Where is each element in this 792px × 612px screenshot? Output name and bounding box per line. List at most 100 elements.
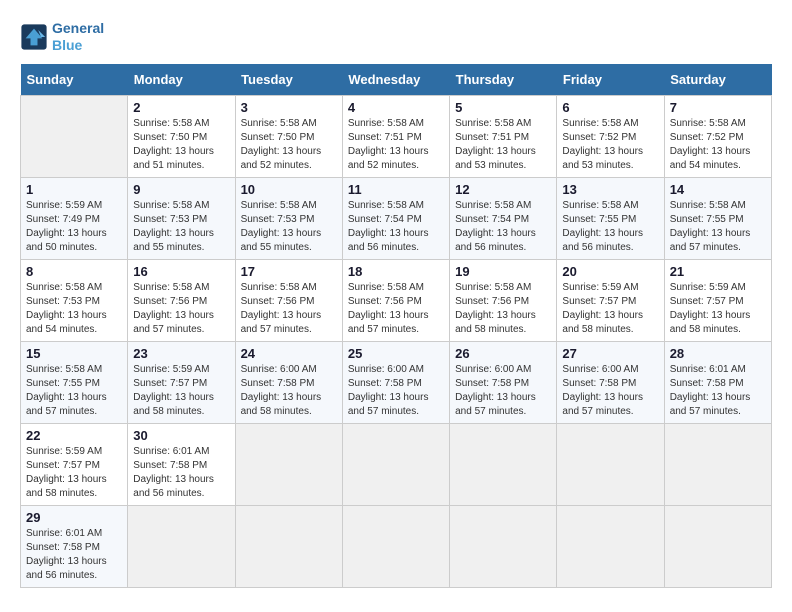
empty-cell xyxy=(450,423,557,505)
day-number: 19 xyxy=(455,264,551,279)
day-cell-30: 30 Sunrise: 6:01 AMSunset: 7:58 PMDaylig… xyxy=(128,423,235,505)
calendar-row-2: 8 Sunrise: 5:58 AMSunset: 7:53 PMDayligh… xyxy=(21,259,772,341)
header-thursday: Thursday xyxy=(450,64,557,96)
day-number: 12 xyxy=(455,182,551,197)
day-cell-29: 29 Sunrise: 6:01 AMSunset: 7:58 PMDaylig… xyxy=(21,505,128,587)
day-cell-24: 24 Sunrise: 6:00 AMSunset: 7:58 PMDaylig… xyxy=(235,341,342,423)
day-cell-21: 21 Sunrise: 5:59 AMSunset: 7:57 PMDaylig… xyxy=(664,259,771,341)
logo-text: General Blue xyxy=(52,20,104,54)
day-info: Sunrise: 6:00 AMSunset: 7:58 PMDaylight:… xyxy=(455,363,551,419)
day-info: Sunrise: 5:58 AMSunset: 7:55 PMDaylight:… xyxy=(26,363,122,419)
day-cell-25: 25 Sunrise: 6:00 AMSunset: 7:58 PMDaylig… xyxy=(342,341,449,423)
day-cell-20: 20 Sunrise: 5:59 AMSunset: 7:57 PMDaylig… xyxy=(557,259,664,341)
day-number: 23 xyxy=(133,346,229,361)
day-number: 21 xyxy=(670,264,766,279)
day-info: Sunrise: 5:59 AMSunset: 7:57 PMDaylight:… xyxy=(670,281,766,337)
day-cell-3: 3 Sunrise: 5:58 AMSunset: 7:50 PMDayligh… xyxy=(235,95,342,177)
day-number: 8 xyxy=(26,264,122,279)
day-cell-22: 22 Sunrise: 5:59 AMSunset: 7:57 PMDaylig… xyxy=(21,423,128,505)
calendar-table: SundayMondayTuesdayWednesdayThursdayFrid… xyxy=(20,64,772,588)
day-info: Sunrise: 5:59 AMSunset: 7:57 PMDaylight:… xyxy=(562,281,658,337)
empty-cell xyxy=(342,423,449,505)
header-monday: Monday xyxy=(128,64,235,96)
day-number: 11 xyxy=(348,182,444,197)
day-cell-13: 13 Sunrise: 5:58 AMSunset: 7:55 PMDaylig… xyxy=(557,177,664,259)
calendar-row-1: 1 Sunrise: 5:59 AMSunset: 7:49 PMDayligh… xyxy=(21,177,772,259)
day-number: 1 xyxy=(26,182,122,197)
day-info: Sunrise: 5:58 AMSunset: 7:56 PMDaylight:… xyxy=(348,281,444,337)
day-info: Sunrise: 5:59 AMSunset: 7:49 PMDaylight:… xyxy=(26,199,122,255)
day-info: Sunrise: 5:59 AMSunset: 7:57 PMDaylight:… xyxy=(26,445,122,501)
empty-cell xyxy=(664,505,771,587)
calendar-row-5: 29 Sunrise: 6:01 AMSunset: 7:58 PMDaylig… xyxy=(21,505,772,587)
day-cell-4: 4 Sunrise: 5:58 AMSunset: 7:51 PMDayligh… xyxy=(342,95,449,177)
day-number: 14 xyxy=(670,182,766,197)
day-cell-23: 23 Sunrise: 5:59 AMSunset: 7:57 PMDaylig… xyxy=(128,341,235,423)
day-number: 26 xyxy=(455,346,551,361)
day-info: Sunrise: 6:00 AMSunset: 7:58 PMDaylight:… xyxy=(241,363,337,419)
day-number: 10 xyxy=(241,182,337,197)
header-sunday: Sunday xyxy=(21,64,128,96)
day-number: 25 xyxy=(348,346,444,361)
header-saturday: Saturday xyxy=(664,64,771,96)
day-info: Sunrise: 5:58 AMSunset: 7:56 PMDaylight:… xyxy=(133,281,229,337)
calendar-row-3: 15 Sunrise: 5:58 AMSunset: 7:55 PMDaylig… xyxy=(21,341,772,423)
day-number: 27 xyxy=(562,346,658,361)
day-cell-10: 10 Sunrise: 5:58 AMSunset: 7:53 PMDaylig… xyxy=(235,177,342,259)
header-wednesday: Wednesday xyxy=(342,64,449,96)
day-info: Sunrise: 5:59 AMSunset: 7:57 PMDaylight:… xyxy=(133,363,229,419)
day-cell-9: 9 Sunrise: 5:58 AMSunset: 7:53 PMDayligh… xyxy=(128,177,235,259)
logo-icon xyxy=(20,23,48,51)
empty-cell xyxy=(128,505,235,587)
day-number: 4 xyxy=(348,100,444,115)
day-info: Sunrise: 6:01 AMSunset: 7:58 PMDaylight:… xyxy=(670,363,766,419)
day-cell-11: 11 Sunrise: 5:58 AMSunset: 7:54 PMDaylig… xyxy=(342,177,449,259)
empty-cell xyxy=(557,505,664,587)
header-friday: Friday xyxy=(557,64,664,96)
logo: General Blue xyxy=(20,20,104,54)
day-info: Sunrise: 6:01 AMSunset: 7:58 PMDaylight:… xyxy=(26,527,122,583)
day-cell-16: 16 Sunrise: 5:58 AMSunset: 7:56 PMDaylig… xyxy=(128,259,235,341)
day-number: 15 xyxy=(26,346,122,361)
day-info: Sunrise: 6:00 AMSunset: 7:58 PMDaylight:… xyxy=(562,363,658,419)
day-cell-12: 12 Sunrise: 5:58 AMSunset: 7:54 PMDaylig… xyxy=(450,177,557,259)
day-info: Sunrise: 5:58 AMSunset: 7:55 PMDaylight:… xyxy=(670,199,766,255)
empty-cell xyxy=(664,423,771,505)
empty-cell xyxy=(235,423,342,505)
day-info: Sunrise: 5:58 AMSunset: 7:52 PMDaylight:… xyxy=(562,117,658,173)
day-number: 6 xyxy=(562,100,658,115)
day-number: 16 xyxy=(133,264,229,279)
day-info: Sunrise: 5:58 AMSunset: 7:54 PMDaylight:… xyxy=(455,199,551,255)
day-cell-8: 8 Sunrise: 5:58 AMSunset: 7:53 PMDayligh… xyxy=(21,259,128,341)
day-cell-15: 15 Sunrise: 5:58 AMSunset: 7:55 PMDaylig… xyxy=(21,341,128,423)
calendar-row-4: 22 Sunrise: 5:59 AMSunset: 7:57 PMDaylig… xyxy=(21,423,772,505)
empty-cell xyxy=(235,505,342,587)
day-cell-7: 7 Sunrise: 5:58 AMSunset: 7:52 PMDayligh… xyxy=(664,95,771,177)
day-info: Sunrise: 5:58 AMSunset: 7:50 PMDaylight:… xyxy=(241,117,337,173)
day-number: 18 xyxy=(348,264,444,279)
day-info: Sunrise: 5:58 AMSunset: 7:52 PMDaylight:… xyxy=(670,117,766,173)
day-cell-28: 28 Sunrise: 6:01 AMSunset: 7:58 PMDaylig… xyxy=(664,341,771,423)
day-info: Sunrise: 5:58 AMSunset: 7:53 PMDaylight:… xyxy=(26,281,122,337)
day-info: Sunrise: 6:01 AMSunset: 7:58 PMDaylight:… xyxy=(133,445,229,501)
day-info: Sunrise: 5:58 AMSunset: 7:54 PMDaylight:… xyxy=(348,199,444,255)
day-number: 3 xyxy=(241,100,337,115)
day-number: 5 xyxy=(455,100,551,115)
day-cell-17: 17 Sunrise: 5:58 AMSunset: 7:56 PMDaylig… xyxy=(235,259,342,341)
day-info: Sunrise: 5:58 AMSunset: 7:50 PMDaylight:… xyxy=(133,117,229,173)
day-cell-6: 6 Sunrise: 5:58 AMSunset: 7:52 PMDayligh… xyxy=(557,95,664,177)
calendar-row-0: 2 Sunrise: 5:58 AMSunset: 7:50 PMDayligh… xyxy=(21,95,772,177)
day-cell-18: 18 Sunrise: 5:58 AMSunset: 7:56 PMDaylig… xyxy=(342,259,449,341)
day-number: 30 xyxy=(133,428,229,443)
empty-cell xyxy=(342,505,449,587)
day-number: 22 xyxy=(26,428,122,443)
day-cell-2: 2 Sunrise: 5:58 AMSunset: 7:50 PMDayligh… xyxy=(128,95,235,177)
day-info: Sunrise: 5:58 AMSunset: 7:56 PMDaylight:… xyxy=(455,281,551,337)
day-number: 7 xyxy=(670,100,766,115)
day-number: 17 xyxy=(241,264,337,279)
empty-cell xyxy=(450,505,557,587)
day-info: Sunrise: 5:58 AMSunset: 7:56 PMDaylight:… xyxy=(241,281,337,337)
day-number: 2 xyxy=(133,100,229,115)
day-cell-19: 19 Sunrise: 5:58 AMSunset: 7:56 PMDaylig… xyxy=(450,259,557,341)
day-number: 29 xyxy=(26,510,122,525)
